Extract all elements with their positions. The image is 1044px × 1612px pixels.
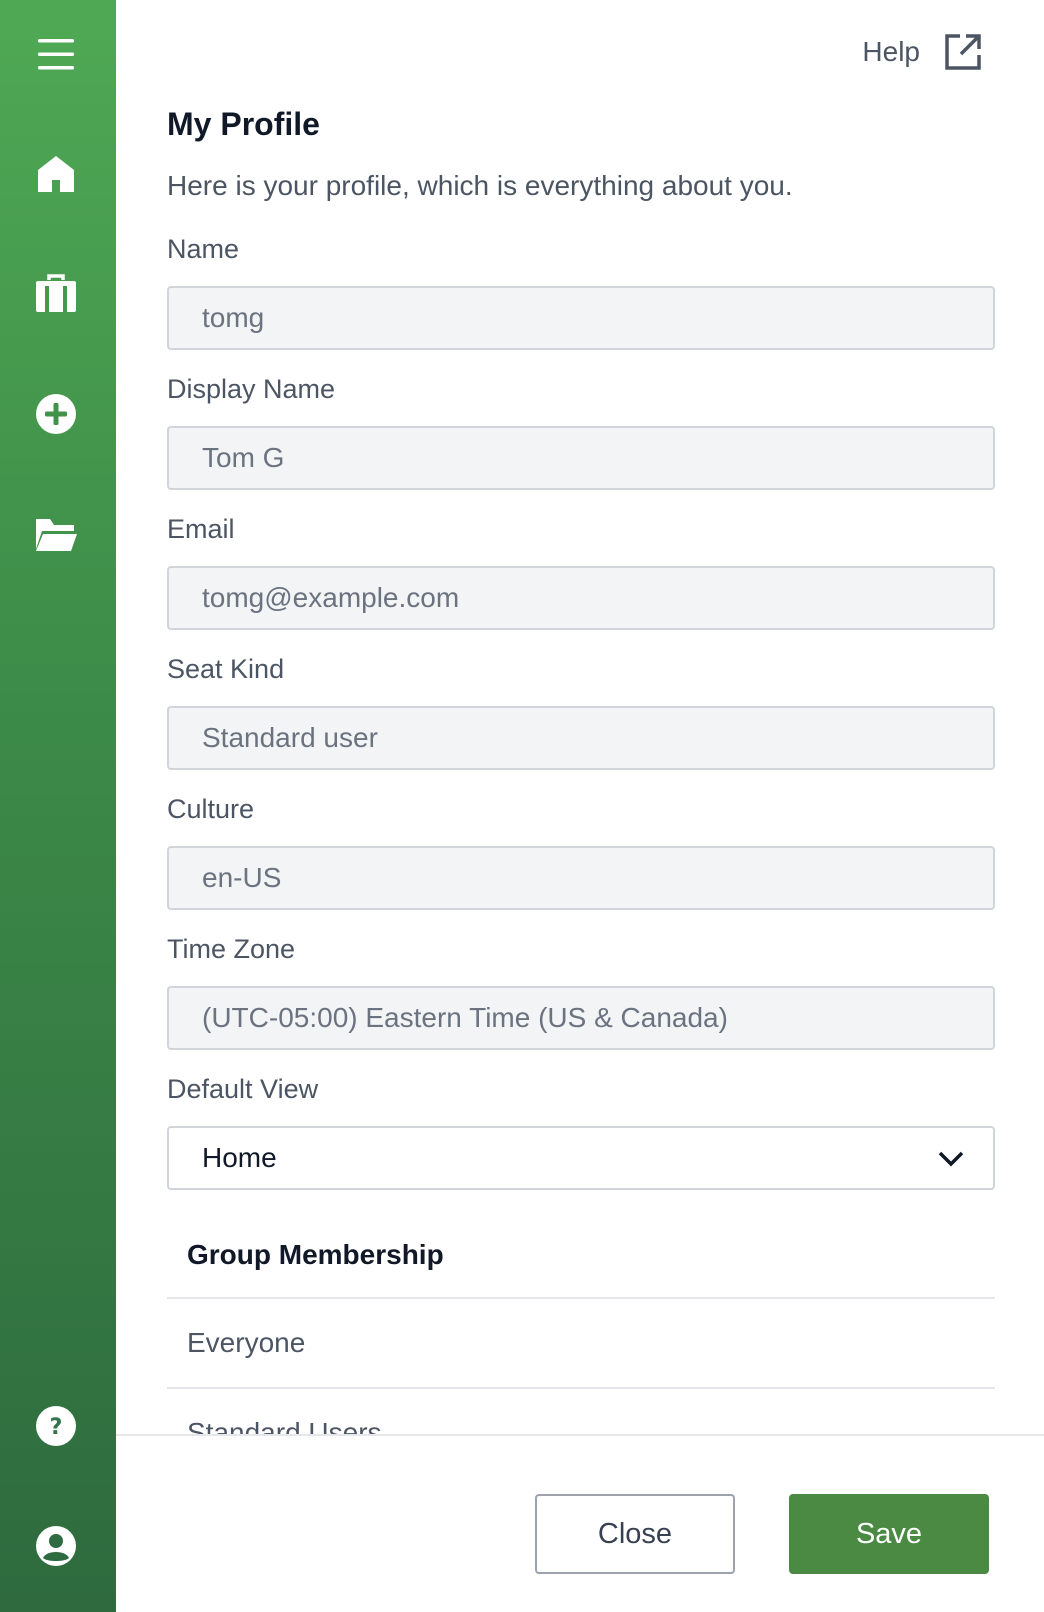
seat-kind-field[interactable]: Standard user: [167, 706, 995, 770]
user-circle-icon: [36, 1526, 76, 1566]
display-name-label: Display Name: [167, 374, 336, 404]
list-item: Standard Users: [167, 1389, 995, 1435]
culture-field[interactable]: en-US: [167, 846, 995, 910]
footer-bar: Close Save: [116, 1434, 1044, 1612]
browse-nav-button[interactable]: [26, 504, 86, 564]
page-subtitle: Here is your profile, which is everythin…: [167, 170, 793, 201]
briefcase-icon: [36, 274, 76, 312]
page-title: My Profile: [167, 106, 320, 142]
sidebar: ?: [0, 0, 116, 1612]
help-circle-icon: ?: [36, 1406, 76, 1446]
profile-nav-button[interactable]: [26, 1516, 86, 1576]
culture-label: Culture: [167, 794, 255, 824]
display-name-field[interactable]: Tom G: [167, 426, 995, 490]
list-item: Everyone: [167, 1299, 995, 1389]
default-view-value: Home: [202, 1142, 277, 1173]
email-label: Email: [167, 514, 235, 544]
time-zone-field[interactable]: (UTC-05:00) Eastern Time (US & Canada): [167, 986, 995, 1050]
help-link[interactable]: Help: [862, 30, 982, 74]
close-button[interactable]: Close: [535, 1494, 735, 1574]
plus-circle-icon: [36, 394, 76, 434]
name-label: Name: [167, 234, 240, 264]
svg-text:?: ?: [50, 1415, 63, 1440]
external-link-icon: [945, 34, 981, 70]
create-nav-button[interactable]: [26, 384, 86, 444]
chevron-down-icon: [938, 1151, 964, 1167]
group-membership-list[interactable]: Group Membership Everyone Standard Users: [167, 1213, 995, 1435]
help-label: Help: [862, 36, 920, 67]
default-view-label: Default View: [167, 1074, 319, 1104]
default-view-select[interactable]: Home: [167, 1126, 995, 1190]
time-zone-label: Time Zone: [167, 934, 296, 964]
home-nav-button[interactable]: [26, 144, 86, 204]
profile-panel: Help My Profile Here is your profile, wh…: [116, 0, 1044, 1612]
name-field[interactable]: tomg: [167, 286, 995, 350]
save-button[interactable]: Save: [789, 1494, 989, 1574]
menu-icon: [38, 39, 74, 70]
menu-button[interactable]: [26, 24, 86, 84]
help-nav-button[interactable]: ?: [26, 1396, 86, 1456]
seat-kind-label: Seat Kind: [167, 654, 285, 684]
group-membership-heading: Group Membership: [167, 1213, 995, 1299]
folder-open-icon: [36, 519, 77, 551]
projects-nav-button[interactable]: [26, 264, 86, 324]
home-icon: [38, 156, 74, 192]
email-field[interactable]: tomg@example.com: [167, 566, 995, 630]
